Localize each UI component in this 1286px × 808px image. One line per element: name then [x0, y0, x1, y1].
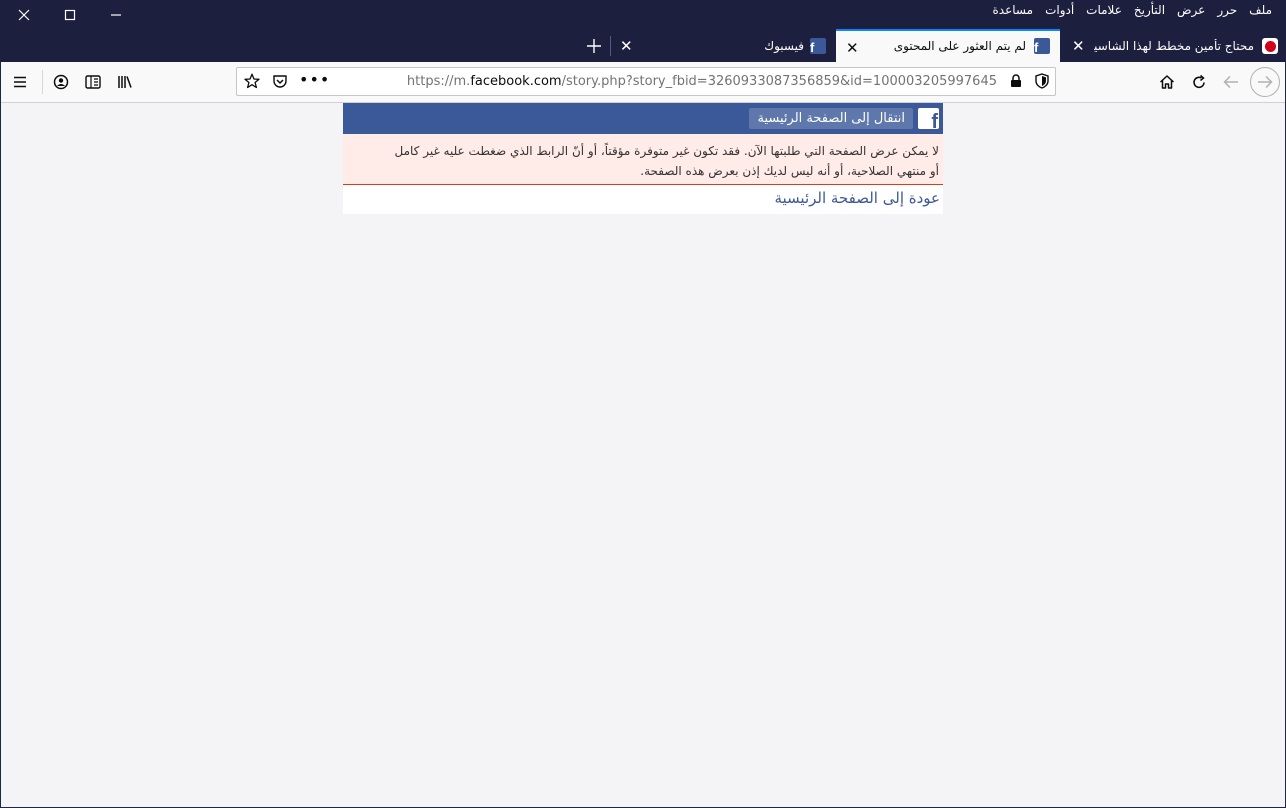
tab-insurance[interactable]: محتاج تأمين مخطط لهذا الشاسيه ✕	[1062, 29, 1286, 62]
menu-edit[interactable]: حرر	[1211, 3, 1243, 17]
arrow-left-icon	[1223, 75, 1238, 89]
url-bar[interactable]: ••• https://m.facebook.com/story.php?sto…	[236, 67, 1056, 96]
tab-title: محتاج تأمين مخطط لهذا الشاسيه	[1094, 39, 1254, 53]
pocket-icon[interactable]	[272, 73, 288, 92]
tab-content-not-found[interactable]: f لم يتم العثور على المحتوى ✕	[836, 29, 1060, 62]
go-home-button[interactable]: انتقال إلى الصفحة الرئيسية	[749, 108, 913, 129]
back-button[interactable]	[1219, 70, 1243, 94]
close-icon	[18, 9, 30, 20]
account-icon	[53, 74, 69, 90]
tab-facebook[interactable]: f فيسبوك ✕	[610, 29, 834, 62]
close-window-button[interactable]	[1, 0, 47, 29]
home-button[interactable]	[1155, 70, 1179, 94]
sidebar-icon	[85, 75, 101, 89]
tab-title: فيسبوك	[764, 39, 804, 53]
back-home-row: عودة إلى الصفحة الرئيسية	[343, 185, 943, 214]
tab-separator	[610, 36, 611, 56]
menu-view[interactable]: عرض	[1171, 3, 1211, 17]
new-tab-button[interactable]	[580, 33, 608, 59]
navigation-toolbar: ••• https://m.facebook.com/story.php?sto…	[1, 62, 1285, 103]
lock-icon[interactable]	[1010, 74, 1022, 91]
menu-button[interactable]	[8, 70, 32, 94]
facebook-logo-icon[interactable]: f	[918, 108, 939, 129]
menu-file[interactable]: ملف	[1243, 3, 1278, 17]
facebook-header: f انتقال إلى الصفحة الرئيسية	[343, 103, 943, 134]
menu-help[interactable]: مساعدة	[987, 3, 1040, 17]
error-message: لا يمكن عرض الصفحة التي طلبتها الآن. فقد…	[343, 134, 943, 185]
close-tab-icon[interactable]: ✕	[1072, 37, 1085, 55]
page-actions-icon[interactable]: •••	[299, 70, 330, 89]
reload-icon	[1193, 74, 1205, 89]
library-button[interactable]	[113, 70, 137, 94]
url-text[interactable]: https://m.facebook.com/story.php?story_f…	[407, 74, 997, 89]
menu-tools[interactable]: أدوات	[1039, 3, 1080, 17]
maximize-button[interactable]	[47, 0, 93, 29]
close-tab-icon[interactable]: ✕	[846, 39, 859, 57]
red-badge-icon	[1262, 38, 1278, 54]
facebook-icon: f	[1034, 38, 1050, 54]
tab-title: لم يتم العثور على المحتوى	[893, 39, 1026, 53]
minimize-button[interactable]	[93, 0, 139, 29]
error-line-2: أو منتهي الصلاحية، أو أنه ليس لديك إذن ب…	[640, 164, 939, 178]
shield-icon[interactable]	[1035, 73, 1049, 92]
close-tab-icon[interactable]: ✕	[620, 37, 633, 55]
tab-strip: محتاج تأمين مخطط لهذا الشاسيه ✕ f لم يتم…	[0, 29, 1286, 62]
reload-button[interactable]	[1187, 70, 1211, 94]
library-icon	[118, 76, 132, 88]
back-home-link[interactable]: عودة إلى الصفحة الرئيسية	[774, 189, 940, 207]
toolbar-separator	[42, 70, 43, 94]
home-icon	[1159, 75, 1175, 89]
forward-button[interactable]	[1250, 67, 1280, 97]
bookmark-star-icon[interactable]	[244, 73, 260, 92]
reader-view-button[interactable]	[81, 70, 105, 94]
account-button[interactable]	[49, 70, 73, 94]
menu-bookmarks[interactable]: علامات	[1080, 3, 1128, 17]
menu-history[interactable]: التأريخ	[1128, 3, 1171, 17]
arrow-right-icon	[1258, 75, 1273, 89]
facebook-icon: f	[810, 38, 826, 54]
title-bar: ملف حرر عرض التأريخ علامات أدوات مساعدة	[0, 0, 1286, 29]
maximize-icon	[64, 9, 76, 20]
menu-bar: ملف حرر عرض التأريخ علامات أدوات مساعدة	[987, 3, 1278, 17]
hamburger-icon	[14, 76, 26, 88]
facebook-page: f انتقال إلى الصفحة الرئيسية لا يمكن عرض…	[343, 103, 943, 214]
error-line-1: لا يمكن عرض الصفحة التي طلبتها الآن. فقد…	[394, 144, 940, 158]
minimize-icon	[111, 13, 121, 16]
plus-icon	[587, 39, 601, 53]
